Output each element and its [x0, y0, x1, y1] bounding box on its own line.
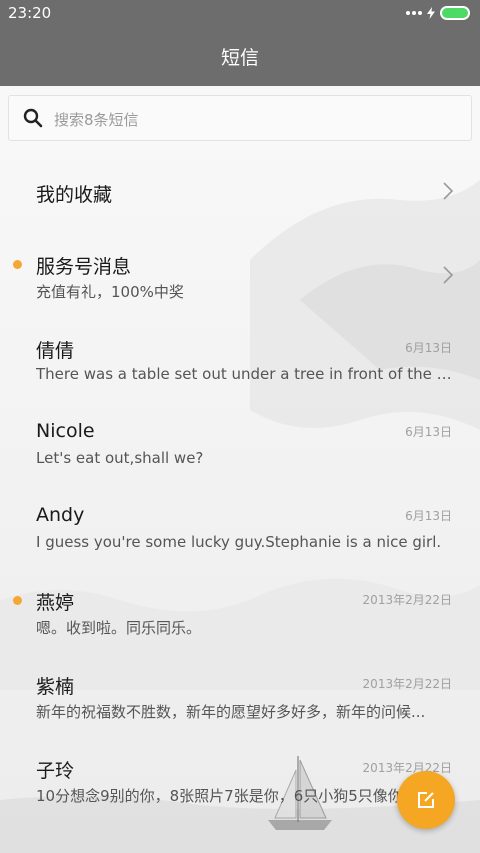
signal-icon	[406, 11, 422, 15]
conversation-name: Andy	[36, 504, 85, 526]
chevron-right-icon	[443, 266, 454, 284]
compose-button[interactable]	[397, 771, 455, 829]
message-preview: There was a table set out under a tree i…	[36, 365, 454, 383]
message-date: 2013年2月22日	[362, 593, 452, 607]
message-preview: 10分想念9别的你，8张照片7张是你，6只小狗5只像你	[36, 787, 403, 805]
message-preview: 充值有礼，100%中奖	[36, 283, 184, 301]
message-preview: I guess you're some lucky guy.Stephanie …	[36, 533, 442, 551]
conversation-row[interactable]: 紫楠新年的祝福数不胜数，新年的愿望好多好多，新年的问候... 2013年2月22日	[0, 670, 480, 754]
chevron-right-icon	[443, 182, 454, 200]
message-preview: Let's eat out,shall we?	[36, 449, 204, 467]
page-title: 短信	[220, 47, 259, 69]
message-preview: 嗯。收到啦。同乐同乐。	[36, 619, 202, 637]
battery-icon	[440, 6, 470, 20]
conversation-name: 紫楠	[36, 676, 75, 698]
conversation-name: 倩倩	[36, 340, 75, 362]
conversation-name: 子玲	[36, 760, 75, 782]
status-bar: 23:20	[0, 0, 480, 28]
conversation-row[interactable]: 倩倩 There was a table set out under a tree…	[0, 334, 480, 418]
search-input[interactable]: 搜索8条短信	[8, 95, 472, 141]
conversation-name: 燕婷	[36, 592, 75, 614]
conversation-name: 我的收藏	[36, 184, 113, 206]
search-placeholder: 搜索8条短信	[54, 111, 139, 129]
status-icons	[406, 6, 470, 20]
compose-icon	[418, 792, 434, 808]
app-header: 短信	[0, 28, 480, 86]
message-date: 6月13日	[405, 341, 452, 355]
conversation-row[interactable]: Andy I guess you're some lucky guy.Stepha…	[0, 502, 480, 586]
conversation-name: 服务号消息	[36, 256, 132, 278]
conversation-name: Nicole	[36, 420, 95, 442]
status-time: 23:20	[8, 4, 52, 22]
message-preview: 新年的祝福数不胜数，新年的愿望好多好多，新年的问候...	[36, 703, 426, 721]
message-date: 6月13日	[405, 509, 452, 523]
search-icon	[23, 108, 43, 128]
conversation-row[interactable]: 服务号消息充值有礼，100%中奖	[0, 250, 480, 334]
charging-icon	[427, 7, 435, 19]
conversation-row[interactable]: 燕婷嗯。收到啦。同乐同乐。 2013年2月22日	[0, 586, 480, 670]
unread-dot-icon	[13, 596, 22, 605]
message-date: 6月13日	[405, 425, 452, 439]
conversation-row[interactable]: 我的收藏	[0, 150, 480, 234]
message-date: 2013年2月22日	[362, 677, 452, 691]
unread-dot-icon	[13, 260, 22, 269]
conversation-row[interactable]: Nicole Let's eat out,shall we? 6月13日	[0, 418, 480, 502]
